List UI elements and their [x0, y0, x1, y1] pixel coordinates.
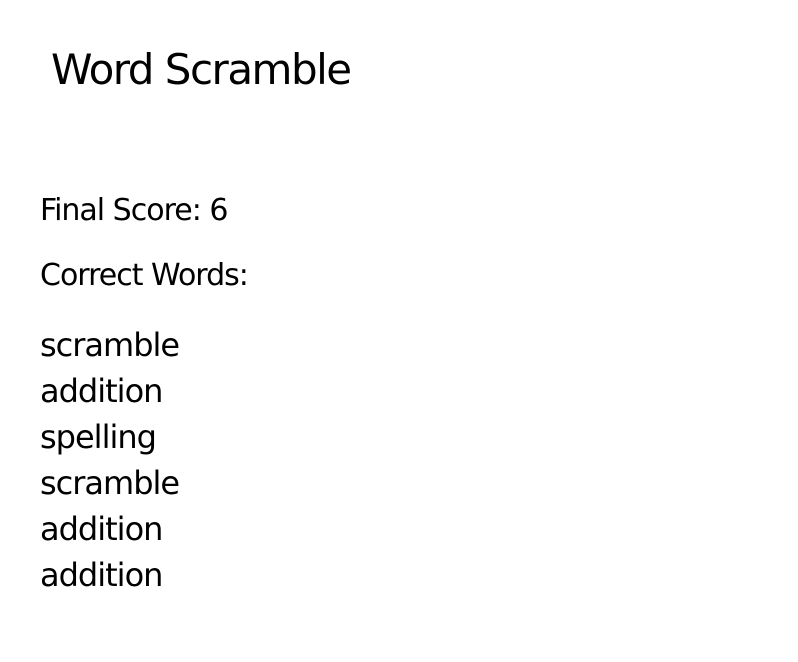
- list-item: addition: [40, 372, 163, 410]
- page-title: Word Scramble: [51, 45, 352, 94]
- final-score-text: Final Score: 6: [40, 193, 228, 228]
- list-item: scramble: [40, 464, 180, 502]
- correct-words-heading: Correct Words:: [40, 258, 249, 293]
- list-item: addition: [40, 510, 163, 548]
- correct-words-list: scramble addition spelling scramble addi…: [40, 322, 180, 598]
- list-item: addition: [40, 556, 163, 594]
- list-item: scramble: [40, 326, 180, 364]
- list-item: spelling: [40, 418, 157, 456]
